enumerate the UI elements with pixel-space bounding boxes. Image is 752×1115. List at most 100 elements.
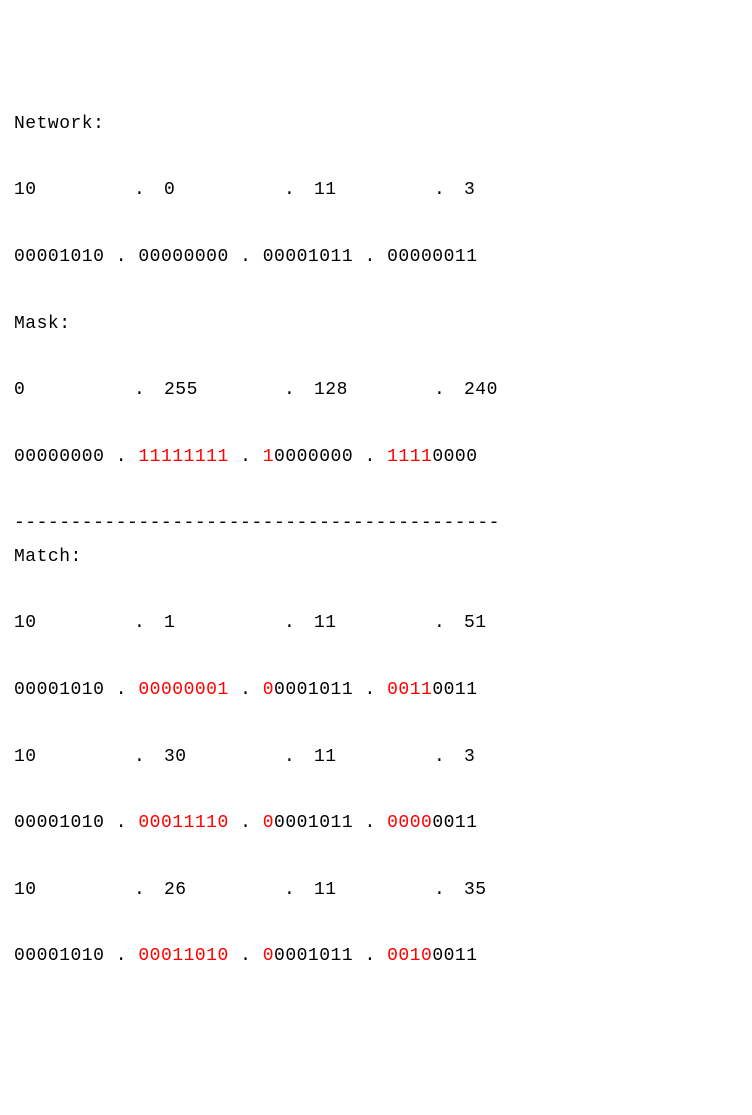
bin-highlight: 0000	[387, 813, 432, 833]
dot-separator: .	[284, 174, 314, 207]
mask-dec-o1: 0	[14, 374, 134, 407]
bin-prefix: 00001011	[263, 247, 353, 267]
dot-separator: .	[284, 874, 314, 907]
bin-prefix: 00001010	[14, 946, 104, 966]
match-label: Match:	[14, 541, 738, 574]
mask-decimal-row: 0.255.128.240	[14, 374, 738, 407]
bin-highlight: 0010	[387, 946, 432, 966]
net-bin-o3: 00001011	[263, 241, 353, 274]
bin-suffix: 0011	[432, 946, 477, 966]
dot-separator: .	[134, 374, 164, 407]
bin-highlight: 0	[263, 813, 274, 833]
match-dec-o4: 35	[464, 874, 487, 907]
bin-suffix: 0011	[432, 813, 477, 833]
dot-separator: .	[284, 741, 314, 774]
network-label: Network:	[14, 108, 738, 141]
dot-separator: .	[116, 247, 127, 267]
bin-highlight: 0	[263, 680, 274, 700]
match-dec-o3: 11	[314, 874, 434, 907]
match-bin-o4: 00100011	[387, 940, 477, 973]
match-row-binary: 00001010 . 00011110 . 00001011 . 0000001…	[14, 807, 738, 840]
match-bin-o3: 00001011	[263, 940, 353, 973]
match-dec-o3: 11	[314, 741, 434, 774]
match-dec-o4: 51	[464, 607, 487, 640]
match-dec-o1: 10	[14, 607, 134, 640]
match-dec-o1: 10	[14, 874, 134, 907]
dot-separator: .	[364, 946, 375, 966]
match-bin-o3: 00001011	[263, 807, 353, 840]
dot-separator: .	[116, 813, 127, 833]
net-dec-o4: 3	[464, 174, 475, 207]
match-bin-o4: 00000011	[387, 807, 477, 840]
match-row-binary: 00001010 . 00000001 . 00001011 . 0011001…	[14, 674, 738, 707]
dot-separator: .	[434, 174, 464, 207]
mask-bin-o2: 11111111	[138, 441, 228, 474]
match-bin-o2: 00011010	[138, 940, 228, 973]
dot-separator: .	[434, 741, 464, 774]
match-bin-o1: 00001010	[14, 674, 104, 707]
bin-suffix: 0001011	[274, 680, 353, 700]
network-decimal-row: 10.0.11.3	[14, 174, 738, 207]
dot-separator: .	[284, 607, 314, 640]
dot-separator: .	[364, 447, 375, 467]
dot-separator: .	[134, 607, 164, 640]
dot-separator: .	[240, 447, 251, 467]
match-row-decimal: 10.30.11.3	[14, 741, 738, 774]
bin-prefix: 00001010	[14, 813, 104, 833]
bin-highlight: 1	[263, 447, 274, 467]
match-bin-o2: 00000001	[138, 674, 228, 707]
dot-separator: .	[116, 447, 127, 467]
mask-binary-row: 00000000 . 11111111 . 10000000 . 1111000…	[14, 441, 738, 474]
bin-highlight: 1111	[387, 447, 432, 467]
match-dec-o2: 1	[164, 607, 284, 640]
dot-separator: .	[434, 607, 464, 640]
bin-prefix: 00000011	[387, 247, 477, 267]
bin-suffix: 0001011	[274, 813, 353, 833]
match-dec-o1: 10	[14, 741, 134, 774]
mask-bin-o4: 11110000	[387, 441, 477, 474]
match-bin-o3: 00001011	[263, 674, 353, 707]
bin-prefix: 00001010	[14, 680, 104, 700]
match-dec-o3: 11	[314, 607, 434, 640]
net-bin-o4: 00000011	[387, 241, 477, 274]
bin-suffix: 0000000	[274, 447, 353, 467]
net-dec-o2: 0	[164, 174, 284, 207]
net-dec-o1: 10	[14, 174, 134, 207]
mask-bin-o3: 10000000	[263, 441, 353, 474]
dot-separator: .	[116, 680, 127, 700]
net-bin-o2: 00000000	[138, 241, 228, 274]
dot-separator: .	[364, 813, 375, 833]
bin-highlight: 00011010	[138, 946, 228, 966]
mask-dec-o4: 240	[464, 374, 498, 407]
match-row-binary: 00001010 . 00011010 . 00001011 . 0010001…	[14, 940, 738, 973]
match-dec-o2: 30	[164, 741, 284, 774]
dot-separator: .	[240, 946, 251, 966]
bin-prefix: 00000000	[138, 247, 228, 267]
match-bin-o4: 00110011	[387, 674, 477, 707]
horizontal-divider: ----------------------------------------…	[14, 513, 500, 533]
match-dec-o4: 3	[464, 741, 475, 774]
bin-highlight: 00011110	[138, 813, 228, 833]
bin-highlight: 00000001	[138, 680, 228, 700]
net-bin-o1: 00001010	[14, 241, 104, 274]
net-dec-o3: 11	[314, 174, 434, 207]
bin-highlight: 11111111	[138, 447, 228, 467]
match-bin-o1: 00001010	[14, 807, 104, 840]
match-bin-o2: 00011110	[138, 807, 228, 840]
match-row-decimal: 10.1.11.51	[14, 607, 738, 640]
mask-label: Mask:	[14, 308, 738, 341]
bin-suffix: 0011	[432, 680, 477, 700]
dot-separator: .	[284, 374, 314, 407]
mask-dec-o2: 255	[164, 374, 284, 407]
dot-separator: .	[240, 813, 251, 833]
bin-prefix: 00001010	[14, 247, 104, 267]
dot-separator: .	[134, 174, 164, 207]
match-dec-o2: 26	[164, 874, 284, 907]
match-bin-o1: 00001010	[14, 940, 104, 973]
dot-separator: .	[434, 874, 464, 907]
dot-separator: .	[134, 741, 164, 774]
mask-dec-o3: 128	[314, 374, 434, 407]
bin-suffix: 0001011	[274, 946, 353, 966]
dot-separator: .	[434, 374, 464, 407]
bin-suffix: 0000	[432, 447, 477, 467]
